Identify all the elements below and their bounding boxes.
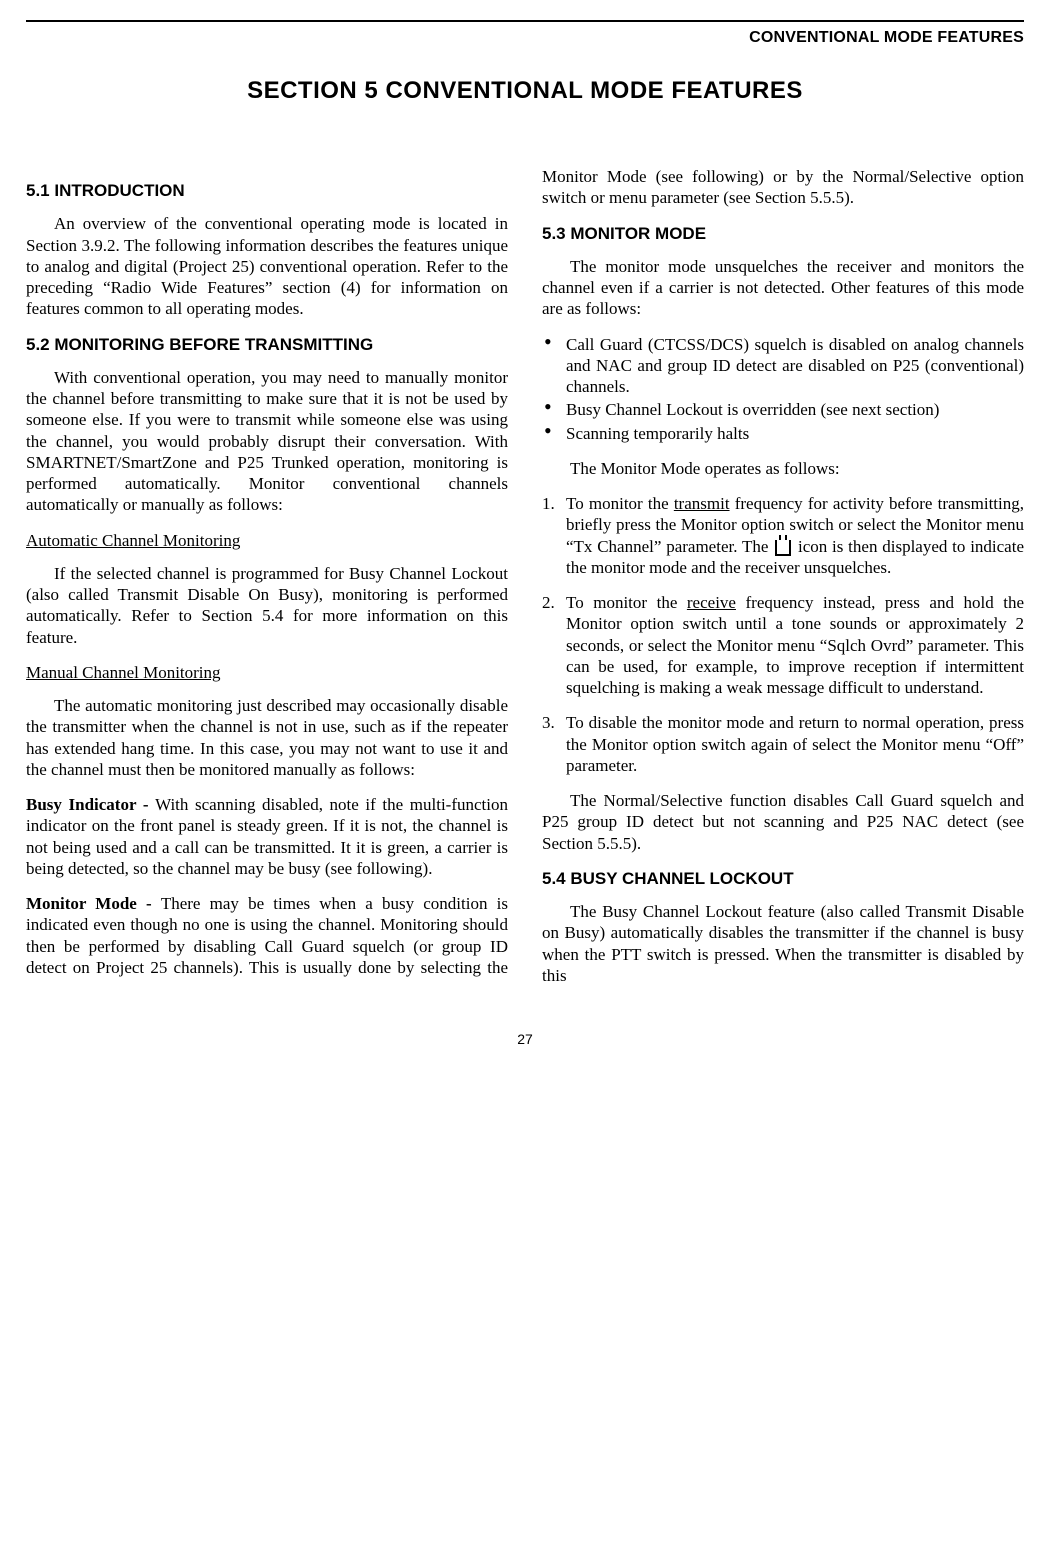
run-in-label: Busy Indicator - [26, 795, 155, 814]
paragraph: The automatic monitoring just described … [26, 695, 508, 780]
underlined-word: receive [687, 593, 736, 612]
list-item: To monitor the transmit frequency for ac… [542, 493, 1024, 578]
paragraph: The Busy Channel Lockout feature (also c… [542, 901, 1024, 986]
page-number: 27 [26, 1031, 1024, 1049]
list-item: Scanning temporarily halts [542, 423, 1024, 444]
bullet-list: Call Guard (CTCSS/DCS) squelch is disabl… [542, 334, 1024, 444]
subheading-auto-monitoring: Automatic Channel Monitoring [26, 530, 508, 551]
body-text: To monitor the [566, 593, 687, 612]
monitor-icon [775, 540, 791, 556]
list-item: To disable the monitor mode and return t… [542, 712, 1024, 776]
paragraph: The monitor mode unsquelches the receive… [542, 256, 1024, 320]
body-text: To monitor the [566, 494, 674, 513]
section-title: SECTION 5 CONVENTIONAL MODE FEATURES [26, 76, 1024, 106]
two-column-body: 5.1 INTRODUCTION An overview of the conv… [26, 166, 1024, 989]
heading-5-1: 5.1 INTRODUCTION [26, 180, 508, 201]
paragraph-busy-indicator: Busy Indicator - With scanning disabled,… [26, 794, 508, 879]
paragraph: If the selected channel is programmed fo… [26, 563, 508, 648]
underlined-word: transmit [674, 494, 730, 513]
subheading-manual-monitoring: Manual Channel Monitoring [26, 662, 508, 683]
list-item: Busy Channel Lockout is overridden (see … [542, 399, 1024, 420]
numbered-list: To monitor the transmit frequency for ac… [542, 493, 1024, 776]
run-in-label: Monitor Mode - [26, 894, 161, 913]
paragraph: An overview of the conventional operatin… [26, 213, 508, 319]
list-item: To monitor the receive frequency instead… [542, 592, 1024, 698]
heading-5-2: 5.2 MONITORING BEFORE TRANSMITTING [26, 334, 508, 355]
list-item: Call Guard (CTCSS/DCS) squelch is disabl… [542, 334, 1024, 398]
heading-5-3: 5.3 MONITOR MODE [542, 223, 1024, 244]
paragraph: With conventional operation, you may nee… [26, 367, 508, 516]
paragraph: The Normal/Selective function disables C… [542, 790, 1024, 854]
running-header: CONVENTIONAL MODE FEATURES [26, 20, 1024, 48]
heading-5-4: 5.4 BUSY CHANNEL LOCKOUT [542, 868, 1024, 889]
paragraph: The Monitor Mode operates as follows: [542, 458, 1024, 479]
